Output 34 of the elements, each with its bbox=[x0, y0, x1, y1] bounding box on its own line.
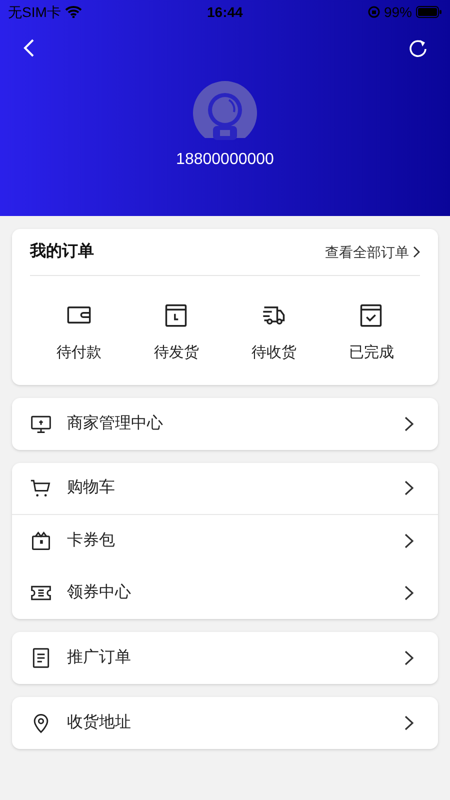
cart-icon bbox=[30, 477, 52, 499]
chevron-icon bbox=[404, 416, 414, 432]
phone-number: 18800000000 bbox=[176, 150, 274, 170]
chevron-icon bbox=[404, 532, 414, 548]
menu-item[interactable]: 购物车 bbox=[12, 462, 438, 514]
document-icon bbox=[30, 646, 52, 668]
avatar-icon bbox=[193, 80, 257, 140]
chevron-icon bbox=[404, 584, 414, 600]
order-status-button[interactable]: 待发货 bbox=[128, 302, 225, 364]
menu-item[interactable]: 商家管理中心 bbox=[12, 398, 438, 450]
refresh-icon[interactable] bbox=[408, 38, 428, 58]
menu-item[interactable]: 收货地址 bbox=[12, 696, 438, 748]
menu-item[interactable]: 推广订单 bbox=[12, 632, 438, 684]
chevron-icon bbox=[413, 246, 420, 258]
calendar-icon bbox=[163, 302, 190, 328]
order-status-button[interactable]: 已完成 bbox=[322, 302, 420, 364]
gift-bag-icon bbox=[30, 530, 52, 552]
clock-text: 16:44 bbox=[207, 2, 243, 22]
section-title: 我的订单 bbox=[30, 242, 94, 262]
battery-text: 99% bbox=[384, 2, 412, 22]
chevron-icon bbox=[404, 714, 414, 730]
view-all-link[interactable]: 查看全部订单 bbox=[325, 242, 420, 262]
checkbox-icon bbox=[358, 302, 384, 328]
menu-item[interactable]: 卡券包 bbox=[12, 514, 438, 566]
carrier-text: 无SIM卡 bbox=[8, 2, 61, 22]
order-status-button[interactable]: 待付款 bbox=[30, 302, 128, 364]
order-status-button[interactable]: 待收货 bbox=[225, 302, 322, 364]
chevron-icon bbox=[404, 480, 414, 496]
back-icon[interactable] bbox=[22, 38, 36, 58]
battery-icon bbox=[416, 6, 442, 18]
wifi-icon bbox=[64, 6, 82, 18]
chevron-icon bbox=[404, 650, 414, 666]
menu-item[interactable]: 领券中心 bbox=[12, 566, 438, 618]
lock-rotation-icon bbox=[368, 6, 380, 18]
